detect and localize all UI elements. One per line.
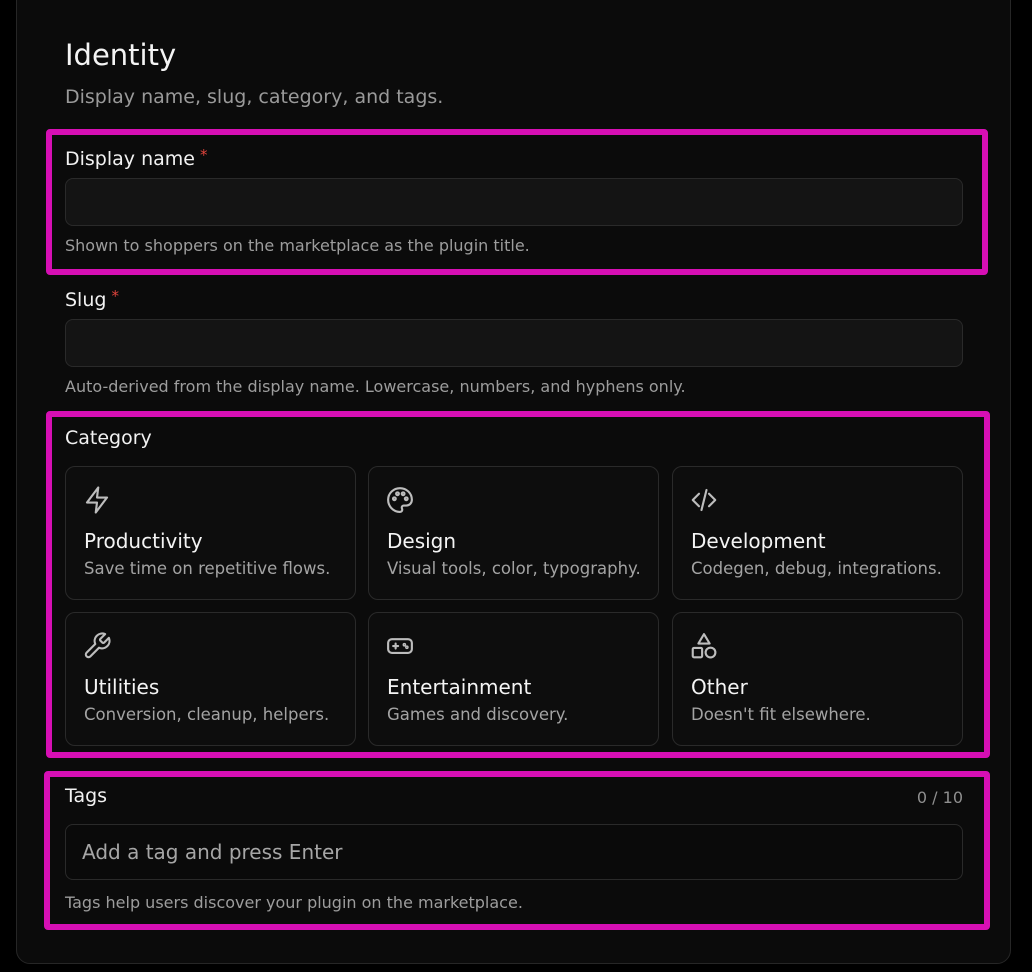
category-option-name: Utilities (84, 675, 160, 699)
tags-helper: Tags help users discover your plugin on … (65, 893, 523, 912)
display-name-label: Display name * (65, 146, 208, 170)
category-option-other[interactable]: Other Doesn't fit elsewhere. (672, 612, 963, 746)
category-option-description: Games and discovery. (387, 705, 569, 724)
section-subtitle: Display name, slug, category, and tags. (65, 86, 444, 108)
category-label: Category (65, 427, 152, 449)
slug-helper: Auto-derived from the display name. Lowe… (65, 377, 686, 396)
category-option-description: Visual tools, color, typography. (387, 559, 641, 578)
category-option-name: Productivity (84, 529, 203, 553)
slug-input[interactable] (65, 319, 963, 367)
shapes-icon (689, 631, 719, 661)
code-icon (689, 485, 719, 515)
required-asterisk: * (111, 287, 119, 305)
category-option-name: Design (387, 529, 457, 553)
palette-icon (385, 485, 415, 515)
display-name-input[interactable] (65, 178, 963, 226)
slug-label: Slug * (65, 287, 119, 311)
category-option-description: Save time on repetitive flows. (84, 559, 331, 578)
wrench-icon (82, 631, 112, 661)
category-option-name: Entertainment (387, 675, 532, 699)
category-option-entertainment[interactable]: Entertainment Games and discovery. (368, 612, 659, 746)
display-name-helper: Shown to shoppers on the marketplace as … (65, 236, 530, 255)
category-option-design[interactable]: Design Visual tools, color, typography. (368, 466, 659, 600)
tags-input[interactable] (65, 824, 963, 880)
section-title: Identity (65, 38, 177, 72)
tags-label: Tags (65, 785, 108, 807)
lightning-icon (82, 485, 112, 515)
required-asterisk: * (199, 146, 208, 164)
category-option-productivity[interactable]: Productivity Save time on repetitive flo… (65, 466, 356, 600)
category-option-name: Other (691, 675, 748, 699)
gamepad-icon (385, 631, 415, 661)
tags-count: 0 / 10 (916, 788, 963, 807)
category-option-description: Doesn't fit elsewhere. (691, 705, 871, 724)
category-option-utilities[interactable]: Utilities Conversion, cleanup, helpers. (65, 612, 356, 746)
category-option-description: Codegen, debug, integrations. (691, 559, 942, 578)
category-option-description: Conversion, cleanup, helpers. (84, 705, 330, 724)
category-option-name: Development (691, 529, 826, 553)
category-option-development[interactable]: Development Codegen, debug, integrations… (672, 466, 963, 600)
